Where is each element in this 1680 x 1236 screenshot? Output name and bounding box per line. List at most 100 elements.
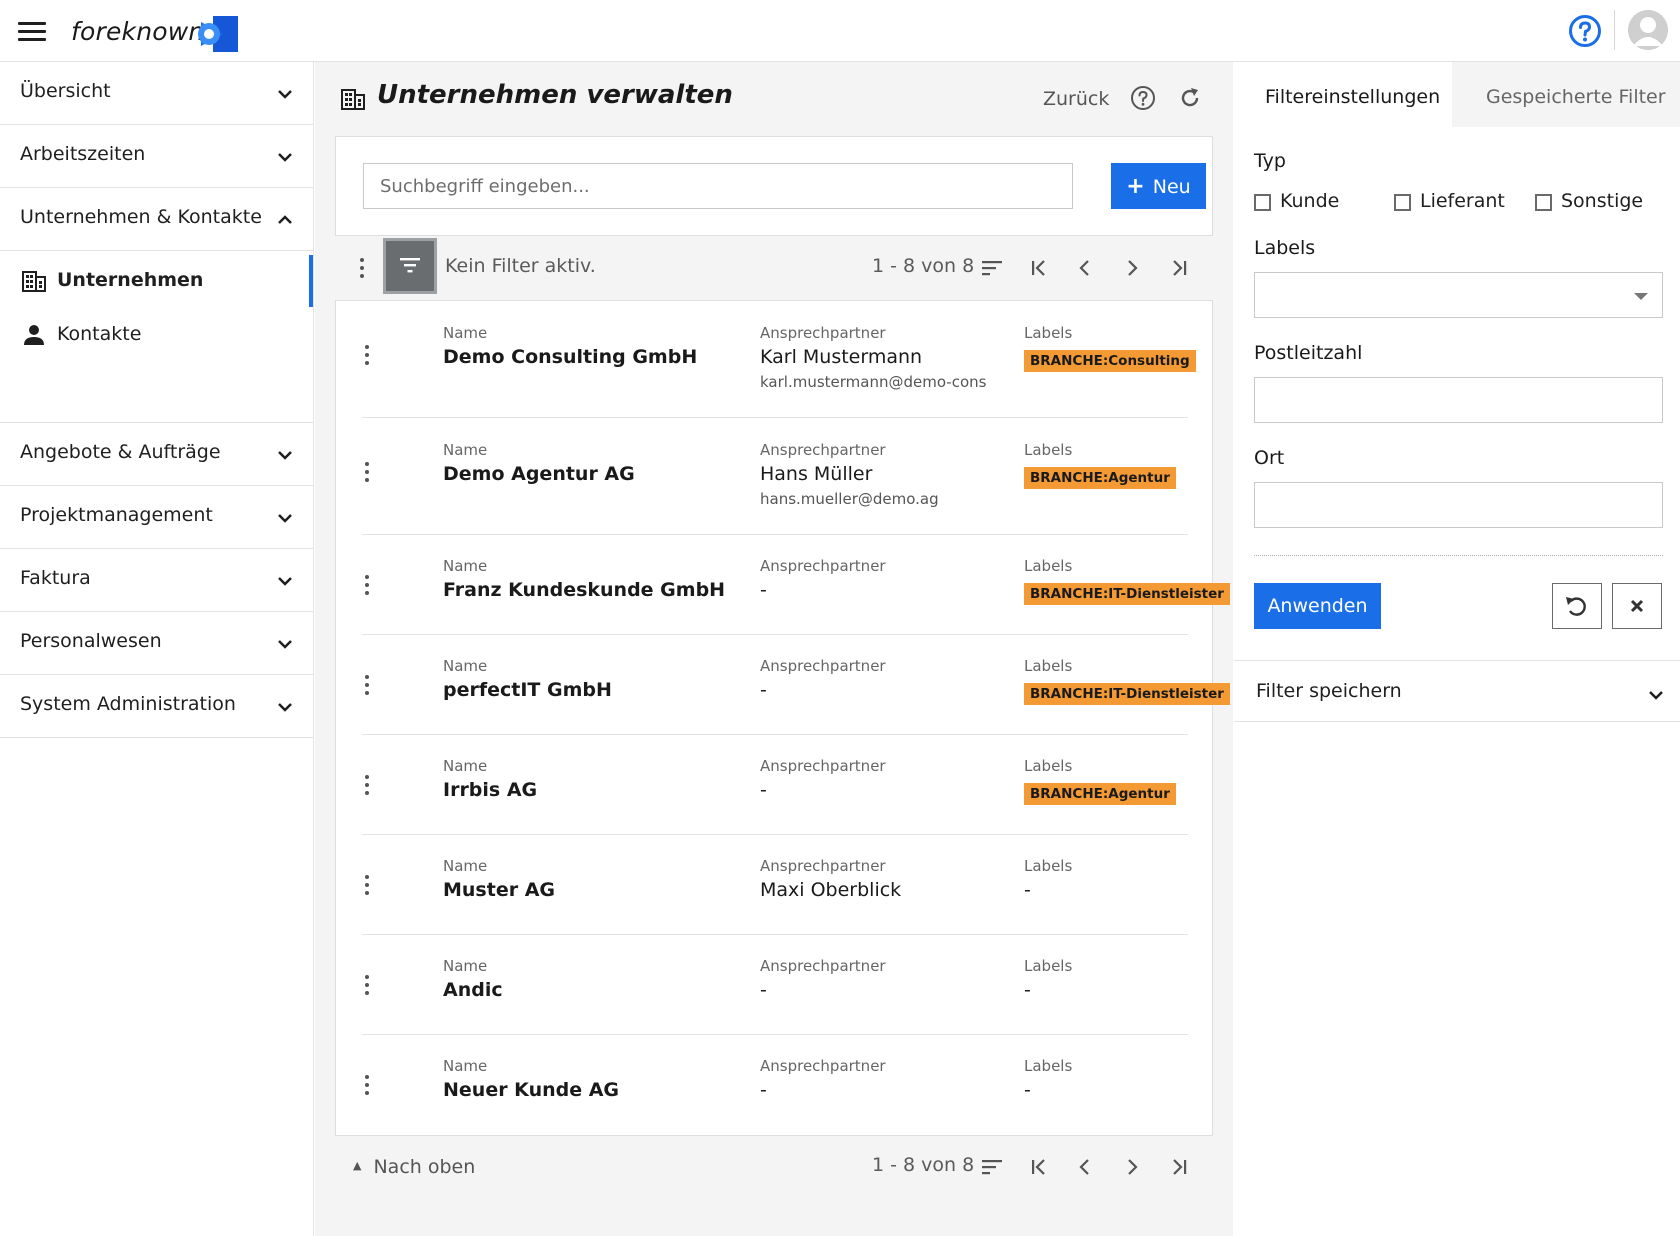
reset-filter-button[interactable] xyxy=(1552,583,1602,629)
back-link[interactable]: Zurück xyxy=(1043,88,1109,110)
company-name[interactable]: Demo Agentur AG xyxy=(443,463,635,485)
name-label: Name xyxy=(443,557,488,575)
label-badge: BRANCHE:Agentur xyxy=(1024,783,1176,805)
person-icon xyxy=(24,325,44,345)
next-page-icon[interactable] xyxy=(1120,1155,1144,1179)
company-name[interactable]: Muster AG xyxy=(443,879,555,901)
company-name[interactable]: Irrbis AG xyxy=(443,779,537,801)
first-page-icon[interactable] xyxy=(1027,256,1051,280)
table-row[interactable]: Name perfectIT GmbH Ansprechpartner - La… xyxy=(362,635,1230,735)
more-options-icon[interactable] xyxy=(359,258,365,280)
ort-label: Ort xyxy=(1254,447,1285,469)
more-options-icon[interactable] xyxy=(364,675,370,697)
table-row[interactable]: Name Franz Kundeskunde GmbH Ansprechpart… xyxy=(362,535,1230,635)
more-options-icon[interactable] xyxy=(364,875,370,897)
new-button[interactable]: + Neu xyxy=(1111,163,1206,209)
prev-page-icon[interactable] xyxy=(1073,1155,1097,1179)
company-name[interactable]: Demo Consulting GmbH xyxy=(443,346,697,368)
help-icon[interactable] xyxy=(1568,14,1602,48)
contact-name: Hans Müller xyxy=(760,463,873,485)
contact-name: - xyxy=(760,779,767,801)
table-row[interactable]: Name Neuer Kunde AG Ansprechpartner - La… xyxy=(362,1035,1188,1135)
more-options-icon[interactable] xyxy=(364,1075,370,1097)
ort-input[interactable] xyxy=(1254,482,1663,528)
table-row[interactable]: Name Andic Ansprechpartner - Labels - xyxy=(362,935,1188,1035)
nav-projektmanagement[interactable]: Projektmanagement xyxy=(0,486,313,549)
nav-personalwesen[interactable]: Personalwesen xyxy=(0,612,313,675)
name-label: Name xyxy=(443,757,488,775)
first-page-icon[interactable] xyxy=(1027,1155,1051,1179)
chevron-down-icon xyxy=(1649,691,1663,700)
back-to-top-link[interactable]: ▲ Nach oben xyxy=(353,1156,475,1178)
more-options-icon[interactable] xyxy=(364,975,370,997)
divider xyxy=(1254,555,1663,556)
name-label: Name xyxy=(443,441,488,459)
save-filter-section[interactable]: Filter speichern xyxy=(1234,660,1680,722)
company-name[interactable]: Neuer Kunde AG xyxy=(443,1079,619,1101)
chevron-down-icon xyxy=(278,640,292,649)
sidebar-item-kontakte[interactable]: Kontakte xyxy=(0,309,313,361)
last-page-icon[interactable] xyxy=(1167,1155,1191,1179)
contact-email: hans.mueller@demo.ag xyxy=(760,490,939,508)
sidebar-item-label: Unternehmen xyxy=(57,269,204,291)
caret-up-icon: ▲ xyxy=(353,1159,362,1172)
table-row[interactable]: Name Irrbis AG Ansprechpartner - Labels … xyxy=(362,735,1188,835)
table-row[interactable]: Name Demo Agentur AG Ansprechpartner Han… xyxy=(362,418,1188,535)
checkbox-label: Kunde xyxy=(1280,190,1340,212)
more-options-icon[interactable] xyxy=(364,575,370,597)
table-row[interactable]: Name Muster AG Ansprechpartner Maxi Ober… xyxy=(362,835,1188,935)
label-value: - xyxy=(1024,879,1031,901)
nav-system-administration[interactable]: System Administration xyxy=(0,675,313,738)
chevron-down-icon xyxy=(278,153,292,162)
nav-angebote-auftraege[interactable]: Angebote & Aufträge xyxy=(0,423,313,486)
sidebar: Übersicht Arbeitszeiten Unternehmen & Ko… xyxy=(0,62,314,1236)
labels-label: Labels xyxy=(1024,557,1073,575)
nav-label: Projektmanagement xyxy=(20,504,213,526)
labels-label: Labels xyxy=(1024,957,1073,975)
company-name[interactable]: Andic xyxy=(443,979,503,1001)
apply-button[interactable]: Anwenden xyxy=(1254,583,1381,629)
nav-label: Übersicht xyxy=(20,80,111,102)
search-input[interactable] xyxy=(363,163,1073,209)
tab-filtereinstellungen[interactable]: Filtereinstellungen xyxy=(1265,86,1440,108)
labels-label: Labels xyxy=(1024,1057,1073,1075)
company-name[interactable]: Franz Kundeskunde GmbH xyxy=(443,579,725,601)
nav-label: Arbeitszeiten xyxy=(20,143,146,165)
more-options-icon[interactable] xyxy=(364,345,370,367)
plz-input[interactable] xyxy=(1254,377,1663,423)
help-icon[interactable] xyxy=(1130,85,1156,111)
sidebar-item-unternehmen[interactable]: Unternehmen xyxy=(0,255,313,307)
avatar[interactable] xyxy=(1628,10,1668,50)
nav-unternehmen-kontakte[interactable]: Unternehmen & Kontakte xyxy=(0,188,313,251)
filter-button[interactable] xyxy=(383,238,437,294)
table-row[interactable]: Name Demo Consulting GmbH Ansprechpartne… xyxy=(362,301,1196,418)
checkbox-label: Sonstige xyxy=(1561,190,1644,212)
last-page-icon[interactable] xyxy=(1167,256,1191,280)
nav-arbeitszeiten[interactable]: Arbeitszeiten xyxy=(0,125,313,188)
prev-page-icon[interactable] xyxy=(1073,256,1097,280)
label-badge: BRANCHE:IT-Dienstleister xyxy=(1024,683,1230,705)
sort-icon[interactable] xyxy=(980,256,1004,280)
nav-faktura[interactable]: Faktura xyxy=(0,549,313,612)
company-name[interactable]: perfectIT GmbH xyxy=(443,679,612,701)
nav-uebersicht[interactable]: Übersicht xyxy=(0,62,313,125)
contact-name: - xyxy=(760,1079,767,1101)
labels-select[interactable] xyxy=(1254,272,1663,318)
filter-status: Kein Filter aktiv. xyxy=(445,255,596,277)
more-options-icon[interactable] xyxy=(364,775,370,797)
top-bar: foreknown xyxy=(0,0,1680,62)
more-options-icon[interactable] xyxy=(364,462,370,484)
next-page-icon[interactable] xyxy=(1120,256,1144,280)
tab-gespeicherte-filter[interactable]: Gespeicherte Filter xyxy=(1486,86,1666,108)
refresh-icon[interactable] xyxy=(1177,85,1203,111)
contact-email: karl.mustermann@demo-consult xyxy=(760,373,986,391)
clear-filter-button[interactable] xyxy=(1612,583,1662,629)
pagination-info: 1 - 8 von 8 xyxy=(872,1154,975,1176)
contact-name: - xyxy=(760,979,767,1001)
chevron-up-icon xyxy=(278,215,292,224)
menu-icon[interactable] xyxy=(18,22,46,42)
checkbox-box xyxy=(1535,194,1552,211)
building-icon xyxy=(341,89,365,110)
labels-label: Labels xyxy=(1024,441,1073,459)
sort-icon[interactable] xyxy=(980,1155,1004,1179)
